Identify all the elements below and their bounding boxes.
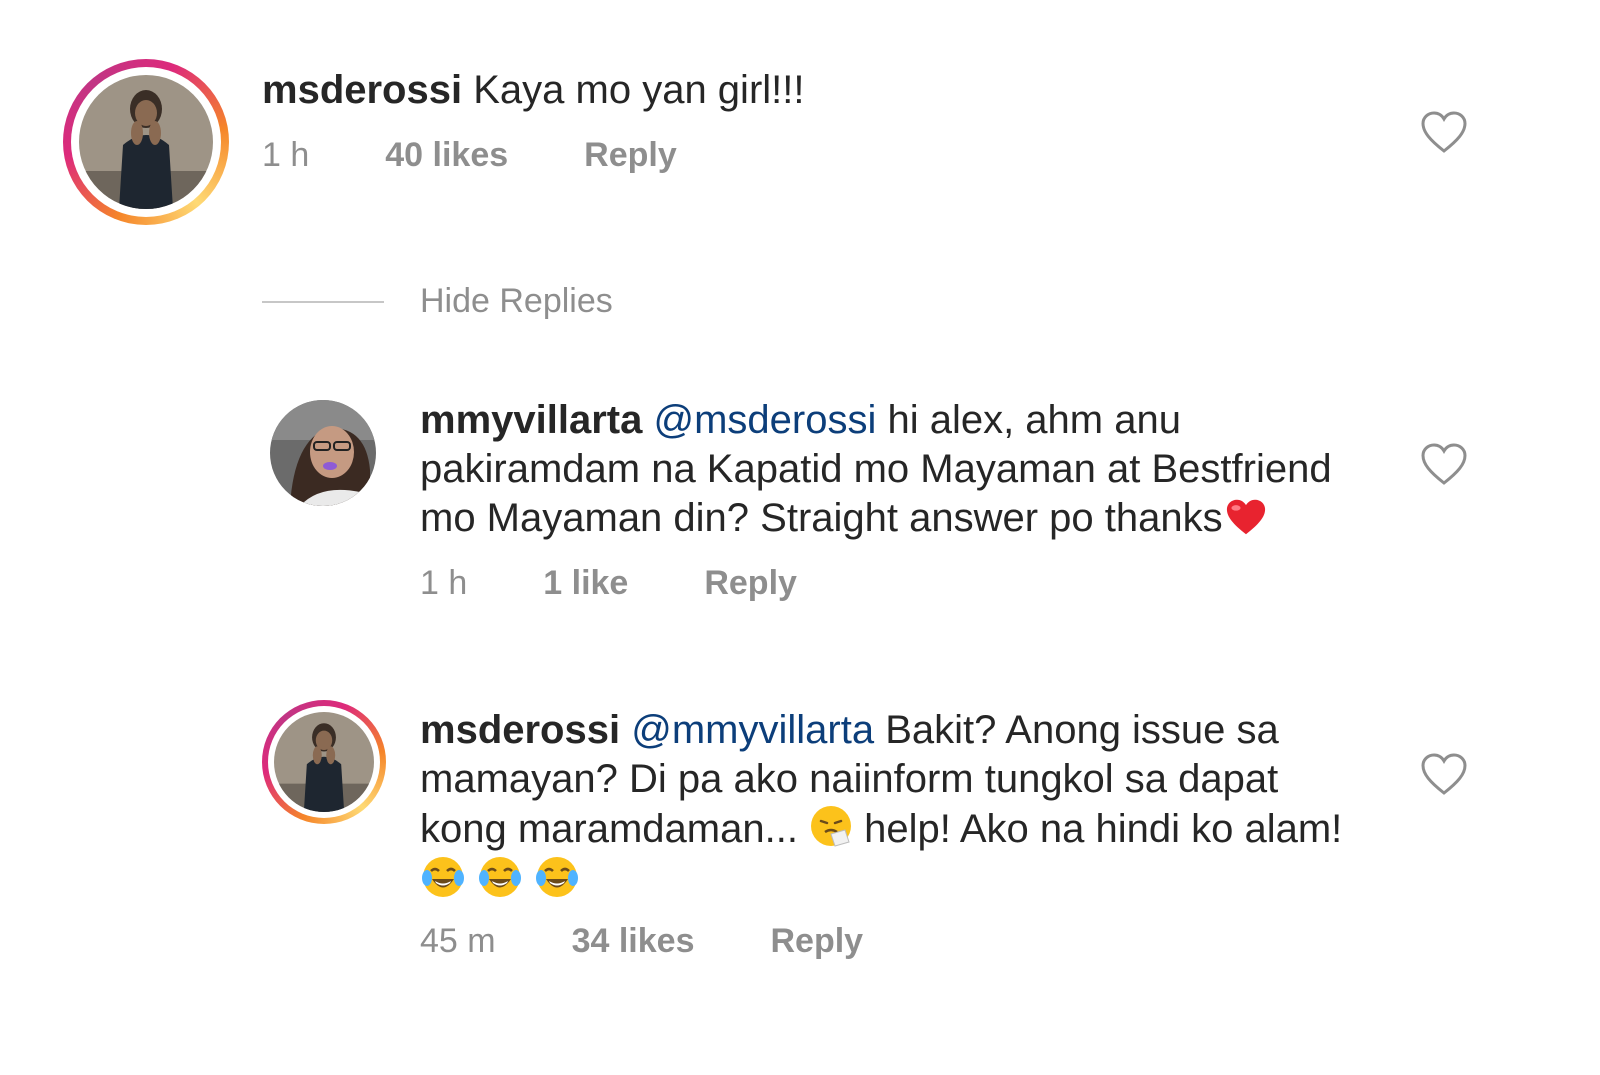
avatar: [79, 75, 213, 209]
likes-count[interactable]: 1 like: [543, 564, 628, 603]
tears-of-joy-emoji: [479, 857, 522, 897]
sneezing-face-emoji: [811, 806, 852, 847]
timestamp: 45 m: [420, 922, 496, 960]
comment-body: kong maramdaman...: [420, 807, 810, 851]
heart-outline-icon[interactable]: [1420, 752, 1468, 796]
avatar[interactable]: [270, 400, 376, 506]
hide-replies-label[interactable]: Hide Replies: [420, 282, 613, 321]
likes-count[interactable]: 34 likes: [572, 922, 695, 961]
avatar: [274, 712, 374, 812]
heart-outline-icon[interactable]: [1420, 110, 1468, 154]
heart-outline-icon[interactable]: [1420, 442, 1468, 486]
comment-meta: 1 h 1 like Reply: [420, 564, 797, 603]
reply-button[interactable]: Reply: [704, 564, 797, 603]
avatar-story-ring[interactable]: [63, 59, 229, 225]
comment-text: msderossi @mmyvillarta Bakit? Anong issu…: [420, 706, 1420, 906]
comment-text: mmyvillarta @msderossi hi alex, ahm anu …: [420, 396, 1400, 543]
username[interactable]: mmyvillarta: [420, 398, 642, 442]
comment-body: help! Ako na hindi ko alam!: [853, 807, 1343, 851]
emoji-row: [420, 854, 1420, 906]
comment-body: mamayan? Di pa ako naiinform tungkol sa …: [420, 757, 1279, 801]
reply-button[interactable]: Reply: [584, 136, 677, 175]
red-heart-emoji: [1226, 499, 1265, 535]
hide-replies-toggle[interactable]: Hide Replies: [262, 282, 613, 321]
comment-body: Kaya mo yan girl!!!: [473, 68, 805, 112]
comment-body: mo Mayaman din? Straight answer po thank…: [420, 496, 1223, 540]
comment-body: pakiramdam na Kapatid mo Mayaman at Best…: [420, 447, 1332, 491]
likes-count[interactable]: 40 likes: [385, 136, 508, 175]
divider: [262, 300, 384, 303]
mention-link[interactable]: @msderossi: [653, 398, 876, 442]
comment-body: Bakit? Anong issue sa: [874, 708, 1279, 752]
username[interactable]: msderossi: [262, 68, 462, 112]
comment-text: msderossi Kaya mo yan girl!!!: [262, 66, 804, 115]
comment-meta: 45 m 34 likes Reply: [420, 922, 863, 961]
comment-meta: 1 h 40 likes Reply: [262, 136, 677, 175]
timestamp: 1 h: [262, 136, 310, 174]
username[interactable]: msderossi: [420, 708, 620, 752]
tears-of-joy-emoji: [422, 857, 464, 897]
comment-body: hi alex, ahm anu: [876, 398, 1181, 442]
mention-link[interactable]: @mmyvillarta: [631, 708, 874, 752]
tears-of-joy-emoji: [536, 857, 579, 897]
avatar-story-ring[interactable]: [262, 700, 386, 824]
reply-button[interactable]: Reply: [770, 922, 863, 961]
timestamp: 1 h: [420, 564, 468, 602]
